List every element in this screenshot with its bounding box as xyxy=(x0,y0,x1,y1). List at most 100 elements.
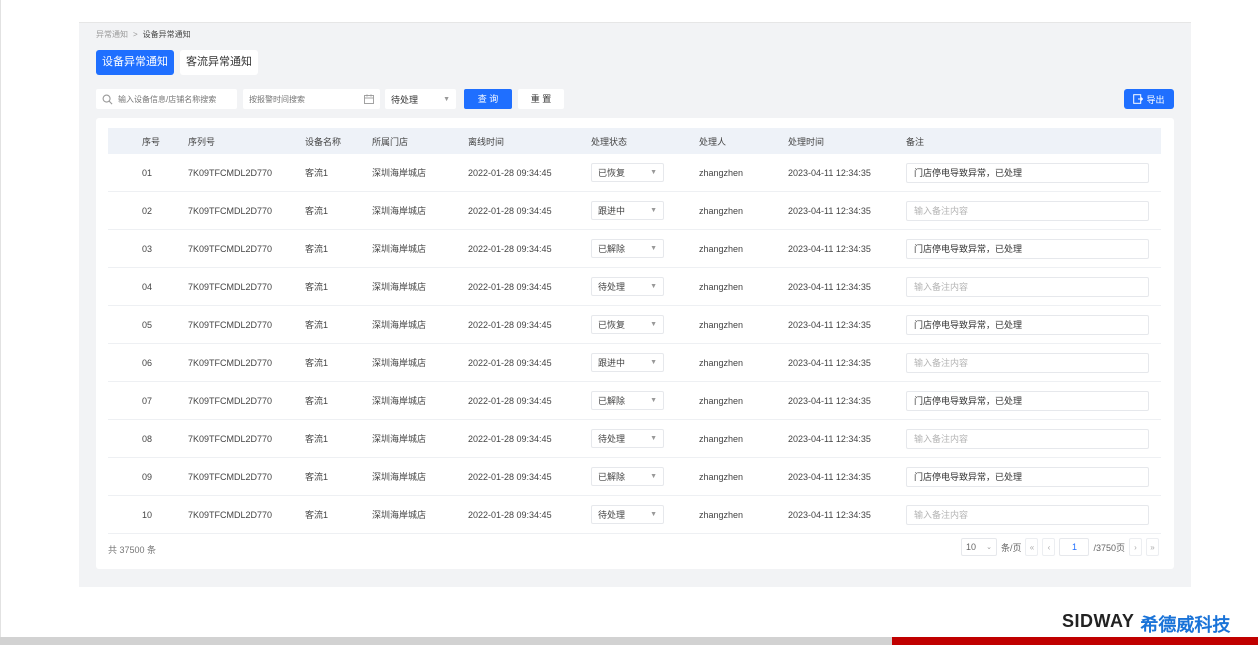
remark-field[interactable]: 门店停电导致异常，已处理 xyxy=(906,390,1149,411)
status-select[interactable]: 已恢复 ▼ xyxy=(591,163,664,182)
table-row: 05 7K09TFCMDL2D770 客流1 深圳海岸城店 2022-01-28 09:… xyxy=(108,306,1161,344)
cell-handler: zhangzhen xyxy=(699,395,744,406)
cell-store: 深圳海岸城店 xyxy=(372,244,427,254)
remark-field[interactable]: 门店停电导致异常，已处理 xyxy=(906,238,1149,259)
last-page-button[interactable]: » xyxy=(1146,538,1159,556)
cell-remark: 输入备注内容 xyxy=(906,496,1149,533)
cell-device: 客流1 xyxy=(305,320,329,330)
status-select[interactable]: 已解除 ▼ xyxy=(591,391,664,410)
col-header-serial: 序列号 xyxy=(188,136,216,147)
cell-offline-time: 2022-01-28 09:34:45 xyxy=(468,167,552,178)
first-page-button[interactable]: « xyxy=(1025,538,1039,556)
export-label: 导出 xyxy=(1146,94,1165,105)
status-value: 已恢复 xyxy=(598,320,626,330)
date-picker[interactable] xyxy=(243,89,380,109)
remark-field[interactable]: 输入备注内容 xyxy=(906,504,1149,525)
reset-button[interactable]: 重 置 xyxy=(518,89,564,109)
col-header-index: 序号 xyxy=(142,136,161,147)
cell-offline-time: 2022-01-28 09:34:45 xyxy=(468,357,552,368)
search-input[interactable] xyxy=(118,94,228,104)
remark-field[interactable]: 门店停电导致异常，已处理 xyxy=(906,314,1149,335)
pagination: 10 ⌄ 条/页 « ‹ 1 /3750页 › » xyxy=(960,538,1159,556)
status-value: 已解除 xyxy=(598,396,626,406)
cell-handler: zhangzhen xyxy=(699,167,744,178)
page-size-select[interactable]: 10 ⌄ xyxy=(960,538,997,556)
cell-remark: 门店停电导致异常，已处理 xyxy=(906,154,1149,191)
cell-handler: zhangzhen xyxy=(699,205,744,216)
table-row: 10 7K09TFCMDL2D770 客流1 深圳海岸城店 2022-01-28 09:… xyxy=(108,496,1161,534)
query-button[interactable]: 查 询 xyxy=(464,89,512,109)
status-filter-select[interactable]: 待处理 ▼ xyxy=(385,89,456,109)
cell-index: 07 xyxy=(142,395,153,406)
status-select[interactable]: 跟进中 ▼ xyxy=(591,353,664,372)
caret-down-icon: ▼ xyxy=(650,511,657,518)
cell-status: 已恢复 ▼ xyxy=(591,154,664,191)
status-select[interactable]: 已解除 ▼ xyxy=(591,467,664,486)
cell-offline-time: 2022-01-28 09:34:45 xyxy=(468,509,552,520)
status-select[interactable]: 待处理 ▼ xyxy=(591,277,664,296)
breadcrumb-parent[interactable]: 异常通知 xyxy=(96,29,128,40)
remark-field[interactable]: 门店停电导致异常，已处理 xyxy=(906,162,1149,183)
remark-field[interactable]: 门店停电导致异常，已处理 xyxy=(906,466,1149,487)
cell-status: 已解除 ▼ xyxy=(591,230,664,267)
cell-handler: zhangzhen xyxy=(699,509,744,520)
cell-handler: zhangzhen xyxy=(699,357,744,368)
left-divider xyxy=(0,0,1,637)
cell-serial: 7K09TFCMDL2D770 xyxy=(188,281,273,292)
breadcrumb-current: 设备异常通知 xyxy=(142,30,191,39)
col-header-handler: 处理人 xyxy=(699,136,727,147)
cell-remark: 门店停电导致异常，已处理 xyxy=(906,382,1149,419)
status-value: 已解除 xyxy=(598,244,626,254)
status-select[interactable]: 已解除 ▼ xyxy=(591,239,664,258)
remark-field[interactable]: 输入备注内容 xyxy=(906,276,1149,297)
search-box[interactable] xyxy=(96,89,237,109)
table-card: 序号 序列号 设备名称 所属门店 离线时间 处理状态 处理人 处理时间 备注 0… xyxy=(96,118,1174,569)
col-header-handled-time: 处理时间 xyxy=(788,136,825,147)
cell-offline-time: 2022-01-28 09:34:45 xyxy=(468,243,552,254)
brand-logo: SIDWAY 希德威科技 xyxy=(1062,611,1230,637)
search-icon xyxy=(102,94,113,104)
page-number-input[interactable]: 1 xyxy=(1059,538,1090,556)
cell-handled-time: 2023-04-11 12:34:35 xyxy=(788,357,871,368)
export-button[interactable]: 导出 xyxy=(1124,89,1174,109)
cell-remark: 输入备注内容 xyxy=(906,420,1149,457)
table-header: 序号 序列号 设备名称 所属门店 离线时间 处理状态 处理人 处理时间 备注 xyxy=(108,128,1161,154)
date-input[interactable] xyxy=(249,94,354,104)
cell-status: 待处理 ▼ xyxy=(591,420,664,457)
cell-store: 深圳海岸城店 xyxy=(372,282,427,292)
cell-serial: 7K09TFCMDL2D770 xyxy=(188,243,273,254)
cell-store: 深圳海岸城店 xyxy=(372,434,427,444)
cell-index: 09 xyxy=(142,471,153,482)
status-select[interactable]: 已恢复 ▼ xyxy=(591,315,664,334)
caret-down-icon: ▼ xyxy=(650,321,657,328)
tab-traffic-alerts[interactable]: 客流异常通知 xyxy=(180,50,258,75)
cell-index: 04 xyxy=(142,281,153,292)
top-divider xyxy=(79,22,1191,23)
status-value: 跟进中 xyxy=(598,358,626,368)
remark-field[interactable]: 输入备注内容 xyxy=(906,200,1149,221)
table-row: 02 7K09TFCMDL2D770 客流1 深圳海岸城店 2022-01-28 09:… xyxy=(108,192,1161,230)
tab-device-alerts[interactable]: 设备异常通知 xyxy=(96,50,174,75)
remark-field[interactable]: 输入备注内容 xyxy=(906,352,1149,373)
status-select[interactable]: 跟进中 ▼ xyxy=(591,201,664,220)
cell-remark: 输入备注内容 xyxy=(906,192,1149,229)
status-select[interactable]: 待处理 ▼ xyxy=(591,429,664,448)
caret-down-icon: ▼ xyxy=(443,95,450,103)
remark-field[interactable]: 输入备注内容 xyxy=(906,428,1149,449)
table-row: 06 7K09TFCMDL2D770 客流1 深圳海岸城店 2022-01-28 09:… xyxy=(108,344,1161,382)
cell-handled-time: 2023-04-11 12:34:35 xyxy=(788,319,871,330)
caret-down-icon: ▼ xyxy=(650,245,657,252)
page-size-value: 10 xyxy=(965,542,976,552)
prev-page-button[interactable]: ‹ xyxy=(1042,538,1056,556)
filter-bar: 待处理 ▼ 查 询 重 置 导出 xyxy=(96,89,1174,109)
cell-status: 已解除 ▼ xyxy=(591,382,664,419)
cell-store: 深圳海岸城店 xyxy=(372,510,427,520)
cell-store: 深圳海岸城店 xyxy=(372,206,427,216)
cell-handled-time: 2023-04-11 12:34:35 xyxy=(788,205,871,216)
status-select[interactable]: 待处理 ▼ xyxy=(591,505,664,524)
cell-device: 客流1 xyxy=(305,472,329,482)
cell-index: 01 xyxy=(142,167,153,178)
stage: 异常通知 > 设备异常通知 设备异常通知 客流异常通知 待处理 ▼ 查 询 重 … xyxy=(0,0,1258,645)
caret-down-icon: ▼ xyxy=(650,435,657,442)
next-page-button[interactable]: › xyxy=(1129,538,1142,556)
